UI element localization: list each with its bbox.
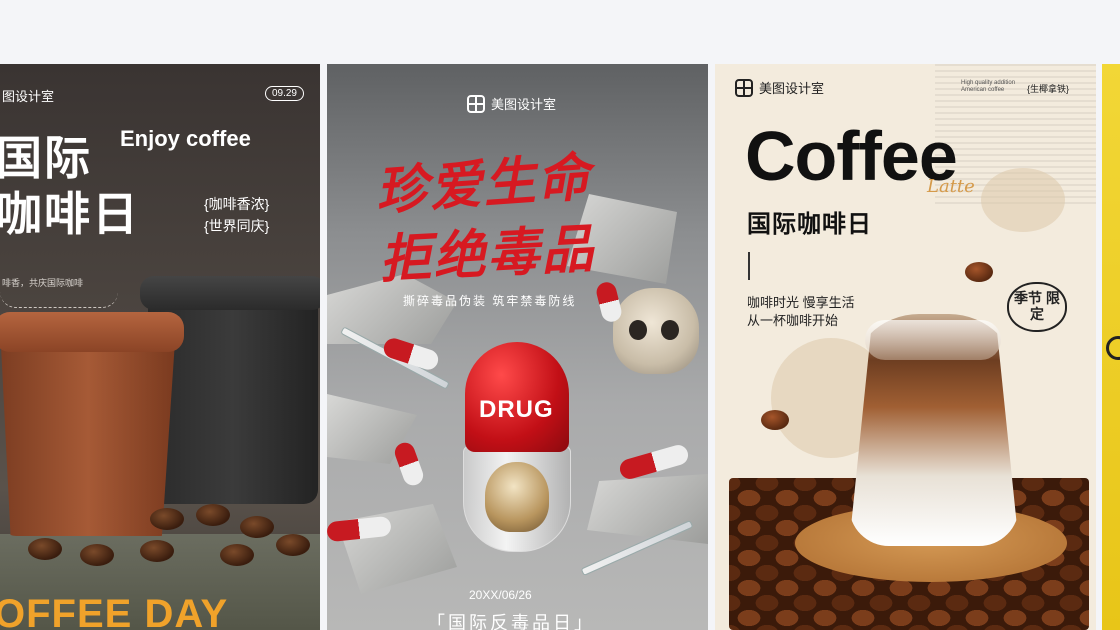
coffee-bean-image <box>28 538 62 560</box>
poster-footer-title: OFFEE DAY <box>0 592 229 630</box>
product-tag: {生椰拿铁} <box>1027 84 1070 94</box>
brown-cup-image <box>0 326 176 536</box>
capsule-image <box>392 439 426 489</box>
poster-slogan-line1: 咖啡时光 慢享生活 <box>747 295 855 310</box>
black-cup-lid-image <box>140 276 320 310</box>
poster-card-partial[interactable] <box>1102 64 1120 630</box>
limited-season-seal: 季节 限定 <box>1007 282 1067 332</box>
poster-subtitle: 国际咖啡日 <box>747 211 872 238</box>
capsule-image <box>617 442 691 482</box>
poster-tag: {咖啡香浓} <box>204 196 270 212</box>
brand-label: 美图设计室 <box>467 94 556 113</box>
ice-image <box>865 320 1001 360</box>
poster-card-coffee-day[interactable]: 图设计室 09.29 国际 咖啡日 Enjoy coffee {咖啡香浓} {世… <box>0 64 320 630</box>
poster-date: 20XX/06/26 <box>469 588 532 602</box>
quality-caption: High quality addition American coffee <box>961 80 1016 93</box>
brand-logo-icon <box>467 94 485 113</box>
coffee-bean-image <box>140 540 174 562</box>
poster-caption: 啡香，共庆国际咖啡 <box>2 278 84 288</box>
rubble-image <box>587 474 708 544</box>
capsule-image <box>594 280 624 324</box>
coffee-bean-image <box>276 534 310 556</box>
poster-title: Coffee <box>745 117 958 195</box>
poster-title-line2: 咖啡日 <box>0 188 140 240</box>
poster-script-title: Latte <box>927 176 975 197</box>
coffee-bean-image <box>196 504 230 526</box>
coffee-bean-image <box>220 544 254 566</box>
brand-logo-icon <box>735 78 753 97</box>
poster-headline-line2: 拒绝毒品 <box>377 218 597 291</box>
date-badge: 09.29 <box>264 86 304 101</box>
coffee-bean-image <box>240 516 274 538</box>
poster-card-anti-drug[interactable]: 美图设计室 珍爱生命 拒绝毒品 撕碎毒品伪装 筑牢禁毒防线 DRUG 20XX/… <box>327 64 708 630</box>
poster-footer-title: 「国际反毒品日」 <box>427 613 595 630</box>
rubble-image <box>337 504 457 594</box>
decorative-ring <box>1106 336 1120 360</box>
brand-text: 美图设计室 <box>759 81 825 96</box>
pill-label: DRUG <box>479 396 554 423</box>
skull-image <box>613 288 699 374</box>
seal-text: 季节 限定 <box>1014 290 1060 322</box>
brand-label: 图设计室 <box>2 89 55 104</box>
brand-label: 美图设计室 <box>735 78 824 97</box>
coffee-bean-image <box>80 544 114 566</box>
poster-slogan-line2: 从一杯咖啡开始 <box>747 313 839 328</box>
decorative-circle <box>981 168 1065 232</box>
poster-tag: {世界同庆} <box>204 218 270 234</box>
coffee-bean-image <box>965 262 993 282</box>
poster-subtitle: 撕碎毒品伪装 筑牢禁毒防线 <box>403 294 577 308</box>
divider-bar <box>748 252 750 280</box>
coffee-bean-image <box>761 410 789 430</box>
dashed-arc <box>0 292 118 308</box>
brown-cup-lid-image <box>0 312 184 352</box>
poster-gallery: 图设计室 09.29 国际 咖啡日 Enjoy coffee {咖啡香浓} {世… <box>0 64 1120 630</box>
capsule-skull-image <box>485 462 549 532</box>
top-bar <box>0 0 1120 64</box>
poster-card-latte[interactable]: 美图设计室 High quality addition American cof… <box>715 64 1096 630</box>
brand-text: 美图设计室 <box>491 97 557 112</box>
coffee-bean-image <box>150 508 184 530</box>
poster-english-title: Enjoy coffee <box>120 126 251 151</box>
